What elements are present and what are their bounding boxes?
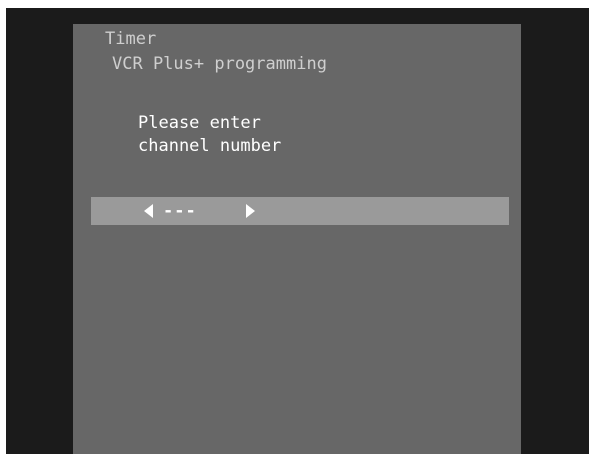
tv-screen: Timer VCR Plus+ programming Please enter… — [6, 8, 589, 454]
menu-subtitle: VCR Plus+ programming — [112, 54, 327, 74]
entry-prompt: Please enter channel number — [138, 112, 281, 158]
channel-number-entry[interactable]: --- — [91, 197, 509, 225]
timer-menu-panel: Timer VCR Plus+ programming Please enter… — [73, 24, 521, 454]
prompt-line-2: channel number — [138, 136, 282, 156]
prompt-line-1: Please enter — [138, 113, 261, 133]
right-arrow-icon[interactable] — [246, 204, 255, 218]
left-arrow-icon[interactable] — [144, 204, 153, 218]
menu-title: Timer — [105, 29, 157, 49]
channel-number-value[interactable]: --- — [163, 201, 197, 221]
